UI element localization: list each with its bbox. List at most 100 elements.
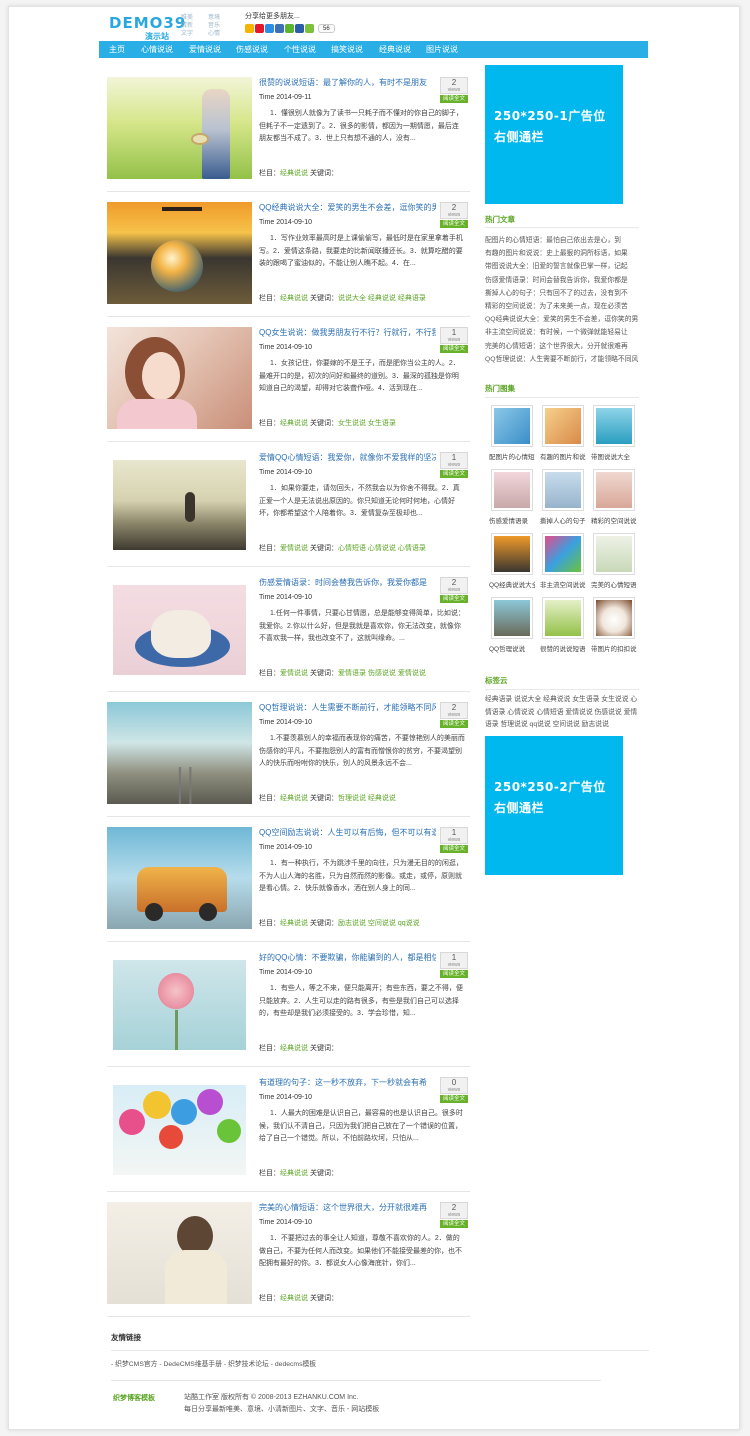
read-more-button[interactable]: 阅读全文 <box>440 1095 468 1103</box>
post-keywords[interactable]: 爱情语录 伤感说说 爱情说说 <box>338 670 426 677</box>
ad-banner-1[interactable]: 250*250-1广告位 右侧通栏 <box>485 65 623 204</box>
post-title[interactable]: QQ女生说说：做我男朋友行不行？行就行，不行我 <box>259 327 436 339</box>
post-category[interactable]: 经典说说 <box>280 1045 308 1052</box>
renren-share-icon[interactable] <box>275 24 284 33</box>
hot-article-item[interactable]: 带图说说大全：旧爱的誓言就像巴掌一样，记起 <box>485 260 639 273</box>
post-title[interactable]: 很赞的说说短语：最了解你的人，有时不是朋友 <box>259 77 436 89</box>
ad-banner-2[interactable]: 250*250-2广告位 右侧通栏 <box>485 736 623 875</box>
post-thumbnail[interactable] <box>107 702 252 804</box>
post-item: 完美的心情短语：这个世界很大，分开就很难再 Time 2014-09-10 1．… <box>107 1192 470 1317</box>
post-category[interactable]: 爱情说说 <box>280 545 308 552</box>
hot-article-item[interactable]: 配图片的心情短语：最怕自己依出去是心，到 <box>485 234 639 247</box>
nav-item-picture[interactable]: 图片说说 <box>426 41 458 58</box>
hot-article-item[interactable]: 精彩的空间说说：为了未来美一点，现在必须苦 <box>485 300 639 313</box>
hot-article-item[interactable]: 非主流空间说说：有时候，一个微弹就能轻易让 <box>485 326 639 339</box>
qzone-share-icon[interactable] <box>245 24 254 33</box>
hot-pic-item[interactable]: 很赞的说说短语 <box>536 597 586 657</box>
post-category[interactable]: 经典说说 <box>280 920 308 927</box>
friend-links[interactable]: - 织梦CMS官方 - DedeCMS维基手册 - 织梦技术论坛 - dedec… <box>111 1358 316 1368</box>
post-category[interactable]: 经典说说 <box>280 1170 308 1177</box>
header: DEMO39 演示站 唯美 意境 清新 音乐 文字 心情 分享给更多朋友... … <box>9 7 741 41</box>
post-thumbnail[interactable] <box>107 327 252 429</box>
hot-pic-item[interactable]: 配图片的心情短语 <box>485 405 535 465</box>
hot-pic-item[interactable]: 精彩的空间说说 <box>587 469 637 529</box>
weibo-share-icon[interactable] <box>255 24 264 33</box>
tag-cloud[interactable]: 经典语录 说说大全 经典说说 女生语录 女生说说 心情语录 心情说说 心情短语 … <box>485 694 639 732</box>
read-more-button[interactable]: 阅读全文 <box>440 95 468 103</box>
hot-pic-item[interactable]: 有趣的图片和说说 <box>536 405 586 465</box>
site-logo[interactable]: DEMO39 演示站 <box>109 16 189 42</box>
post-title[interactable]: QQ空间励志说说：人生可以有后悔，但不可以有遗 <box>259 827 436 839</box>
post-meta: 栏目：经典说说 关键词： <box>259 168 469 178</box>
nav-item-love[interactable]: 爱情说说 <box>189 41 221 58</box>
category-label: 栏目： <box>259 795 280 802</box>
qq-weibo-share-icon[interactable] <box>265 24 274 33</box>
read-more-button[interactable]: 阅读全文 <box>440 470 468 478</box>
hot-pic-item[interactable]: 伤感爱情语录 <box>485 469 535 529</box>
post-thumbnail[interactable] <box>113 960 246 1050</box>
hot-pic-item[interactable]: 撕掉人心的句子 <box>536 469 586 529</box>
hot-article-item[interactable]: 撕掉人心的句子：只有回不了的过去，没有到不 <box>485 287 639 300</box>
divider <box>485 689 639 690</box>
wechat-share-icon[interactable] <box>285 24 294 33</box>
hot-pic-item[interactable]: 带图说说大全 <box>587 405 637 465</box>
post-title[interactable]: 好的QQ心情：不要欺骗，你能骗到的人，都是相信 <box>259 952 436 964</box>
divider <box>111 1380 601 1381</box>
post-keywords[interactable]: 励志说说 空间说说 qq说说 <box>338 920 420 927</box>
people-share-icon[interactable] <box>295 24 304 33</box>
post-keywords[interactable]: 说说大全 经典说说 经典语录 <box>338 295 426 302</box>
post-thumbnail[interactable] <box>113 1085 246 1175</box>
post-thumbnail[interactable] <box>113 460 246 550</box>
footer-brand[interactable]: 织梦博客模板 <box>113 1393 155 1403</box>
category-label: 栏目： <box>259 1170 280 1177</box>
post-thumbnail[interactable] <box>107 827 252 929</box>
nav-item-home[interactable]: 主页 <box>109 41 125 58</box>
hot-article-item[interactable]: 完美的心情短语：这个世界很大，分开就很难再 <box>485 340 639 353</box>
nav-item-funny[interactable]: 搞笑说说 <box>331 41 363 58</box>
view-counter: 1 views <box>440 952 468 969</box>
post-keywords[interactable]: 女生说说 女生语录 <box>338 420 396 427</box>
read-more-button[interactable]: 阅读全文 <box>440 970 468 978</box>
post-keywords[interactable]: 心情短语 心情说说 心情语录 <box>338 545 426 552</box>
hot-article-item[interactable]: QQ经典说说大全：爱笑的男生不会差，逗你笑的男 <box>485 313 639 326</box>
hot-article-item[interactable]: QQ哲理说说：人生需要不断前行，才能领略不同风 <box>485 353 639 366</box>
read-more-button[interactable]: 阅读全文 <box>440 720 468 728</box>
hot-article-item[interactable]: 有趣的图片和说说：史上最狠的洞所标语，如果 <box>485 247 639 260</box>
read-more-button[interactable]: 阅读全文 <box>440 595 468 603</box>
post-category[interactable]: 经典说说 <box>280 1295 308 1302</box>
post-thumbnail[interactable] <box>107 202 252 304</box>
keywords-label: 关键词： <box>309 795 338 802</box>
post-category[interactable]: 经典说说 <box>280 420 308 427</box>
post-thumbnail[interactable] <box>107 1202 252 1304</box>
hot-article-item[interactable]: 伤感爱情语录：时间会替我告诉你，我爱你都是 <box>485 274 639 287</box>
post-title[interactable]: QQ哲理说说：人生需要不断前行，才能领略不同风 <box>259 702 436 714</box>
post-category[interactable]: 经典说说 <box>280 295 308 302</box>
hot-pic-item[interactable]: 非主流空间说说 <box>536 533 586 593</box>
nav-item-classic[interactable]: 经典说说 <box>379 41 411 58</box>
post-thumbnail[interactable] <box>107 77 252 179</box>
read-more-button[interactable]: 阅读全文 <box>440 345 468 353</box>
read-more-button[interactable]: 阅读全文 <box>440 1220 468 1228</box>
hot-pic-item[interactable]: QQ经典说说大全 <box>485 533 535 593</box>
hot-pic-item[interactable]: QQ哲理说说 <box>485 597 535 657</box>
read-more-button[interactable]: 阅读全文 <box>440 220 468 228</box>
nav-item-mood[interactable]: 心情说说 <box>141 41 173 58</box>
post-title[interactable]: 完美的心情短语：这个世界很大，分开就很难再 <box>259 1202 436 1214</box>
post-title[interactable]: 爱情QQ心情短语：我爱你，就像你不爱我样的坚决 <box>259 452 436 464</box>
post-title[interactable]: 有道理的句子：这一秒不放弃，下一秒就会有希 <box>259 1077 436 1089</box>
nav-item-sad[interactable]: 伤感说说 <box>236 41 268 58</box>
post-title[interactable]: QQ经典说说大全：爱笑的男生不会差，逗你笑的男 <box>259 202 436 214</box>
hot-pic-item[interactable]: 完美的心情短语 <box>587 533 637 593</box>
post-title[interactable]: 伤感爱情语录：时间会替我告诉你，我爱你都是 <box>259 577 436 589</box>
post-category[interactable]: 经典说说 <box>280 795 308 802</box>
post-keywords[interactable]: 哲理说说 经典说说 <box>338 795 396 802</box>
logo-tag: 音乐 <box>208 23 221 29</box>
view-count: 2 <box>451 1203 457 1212</box>
post-category[interactable]: 经典说说 <box>280 170 308 177</box>
post-thumbnail[interactable] <box>113 585 246 675</box>
nav-item-personal[interactable]: 个性说说 <box>284 41 316 58</box>
hot-pic-item[interactable]: 带图片的扣扣说说 <box>587 597 637 657</box>
more-share-icon[interactable] <box>305 24 314 33</box>
post-category[interactable]: 爱情说说 <box>280 670 308 677</box>
read-more-button[interactable]: 阅读全文 <box>440 845 468 853</box>
